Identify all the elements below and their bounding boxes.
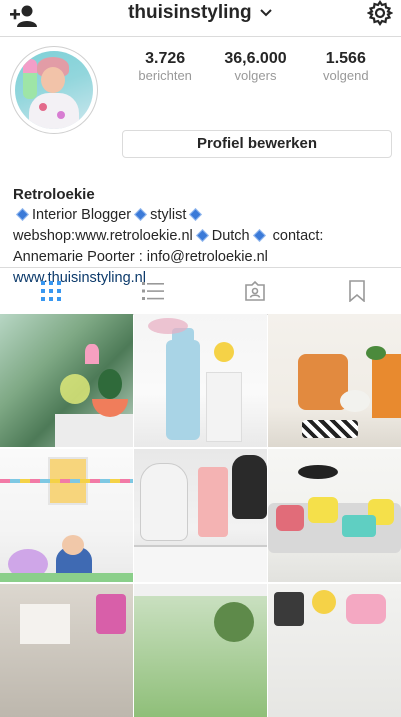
profile-header: 3.726 berichten 36,6.000 volgers 1.566 v…	[0, 37, 401, 286]
gear-icon[interactable]	[367, 0, 393, 26]
diamond-icon	[189, 208, 203, 222]
grid-photo[interactable]	[268, 584, 401, 717]
bio-text: Dutch	[211, 228, 250, 244]
bio-text: webshop:www.retroloekie.nl	[13, 228, 193, 244]
following-stat[interactable]: 1.566 volgend	[301, 50, 391, 84]
grid-photo[interactable]	[268, 449, 401, 582]
profile-stats: 3.726 berichten 36,6.000 volgers 1.566 v…	[120, 50, 391, 84]
profile-tabs	[0, 267, 401, 315]
tagged-icon[interactable]	[244, 280, 266, 302]
diamond-icon	[134, 208, 148, 222]
list-icon[interactable]	[142, 280, 164, 302]
following-label: volgend	[323, 68, 369, 83]
grid-photo[interactable]	[268, 314, 401, 447]
top-bar: thuisinstyling	[0, 0, 401, 37]
edit-profile-button[interactable]: Profiel bewerken	[122, 130, 392, 158]
grid-photo[interactable]	[134, 449, 267, 582]
bio-text: Interior Blogger	[32, 207, 132, 223]
posts-stat[interactable]: 3.726 berichten	[120, 50, 210, 84]
diamond-icon	[16, 208, 29, 222]
avatar-image	[15, 51, 93, 129]
following-count: 1.566	[325, 50, 366, 67]
grid-photo[interactable]	[134, 584, 267, 717]
bookmark-icon[interactable]	[346, 280, 368, 302]
grid-photo[interactable]	[134, 314, 267, 447]
diamond-icon	[252, 229, 266, 243]
username: thuisinstyling	[128, 2, 252, 23]
bio-text: contact:	[272, 228, 324, 244]
diamond-icon	[195, 229, 209, 243]
posts-count: 3.726	[145, 50, 186, 67]
bio-text: stylist	[150, 207, 187, 223]
bio-line: Interior Blogger stylist	[13, 205, 393, 226]
grid-photo[interactable]	[0, 449, 133, 582]
grid-photo[interactable]	[0, 584, 133, 717]
followers-label: volgers	[234, 68, 277, 83]
posts-label: berichten	[138, 68, 192, 83]
followers-stat[interactable]: 36,6.000 volgers	[210, 50, 300, 84]
grid-photo[interactable]	[0, 314, 133, 447]
chevron-down-icon	[260, 9, 272, 17]
bio-line: Annemarie Poorter : info@retroloekie.nl	[13, 249, 268, 265]
followers-count: 36,6.000	[224, 50, 287, 67]
grid-icon[interactable]	[40, 280, 62, 302]
bio-line: webshop:www.retroloekie.nl Dutch contact:	[13, 226, 393, 247]
profile-name: Retroloekie	[13, 186, 95, 203]
username-dropdown[interactable]: thuisinstyling	[0, 2, 401, 24]
avatar[interactable]	[10, 46, 98, 134]
